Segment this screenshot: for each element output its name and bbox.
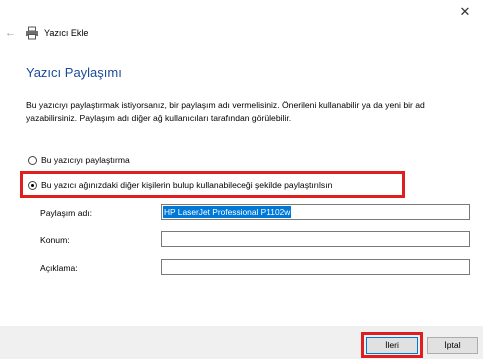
page-heading: Yazıcı Paylaşımı [26,65,122,80]
share-name-label: Paylaşım adı: [40,208,93,218]
location-label: Konum: [40,235,70,245]
window-title: Yazıcı Ekle [44,28,89,38]
no-share-label: Bu yazıcıyı paylaştırma [41,155,130,165]
share-name-field[interactable]: HP LaserJet Professional P1102w [161,204,470,220]
back-arrow-icon[interactable]: ← [5,27,17,39]
share-label: Bu yazıcı ağınızdaki diğer kişilerin bul… [41,180,333,190]
share-option[interactable]: Bu yazıcı ağınızdaki diğer kişilerin bul… [28,180,332,190]
cancel-button[interactable]: İptal [427,337,478,354]
printer-icon [26,26,38,40]
comment-label: Açıklama: [40,263,78,273]
no-share-option[interactable]: Bu yazıcıyı paylaştırma [28,155,130,165]
radio-no-share[interactable] [28,155,37,165]
close-icon[interactable]: ✕ [457,4,473,20]
radio-share[interactable] [28,180,37,190]
description-text: Bu yazıcıyı paylaştırmak istiyorsanız, b… [26,100,425,123]
share-name-value: HP LaserJet Professional P1102w [163,206,292,218]
location-field[interactable] [161,231,470,247]
comment-field[interactable] [161,259,470,275]
next-button[interactable]: İleri [366,337,418,354]
